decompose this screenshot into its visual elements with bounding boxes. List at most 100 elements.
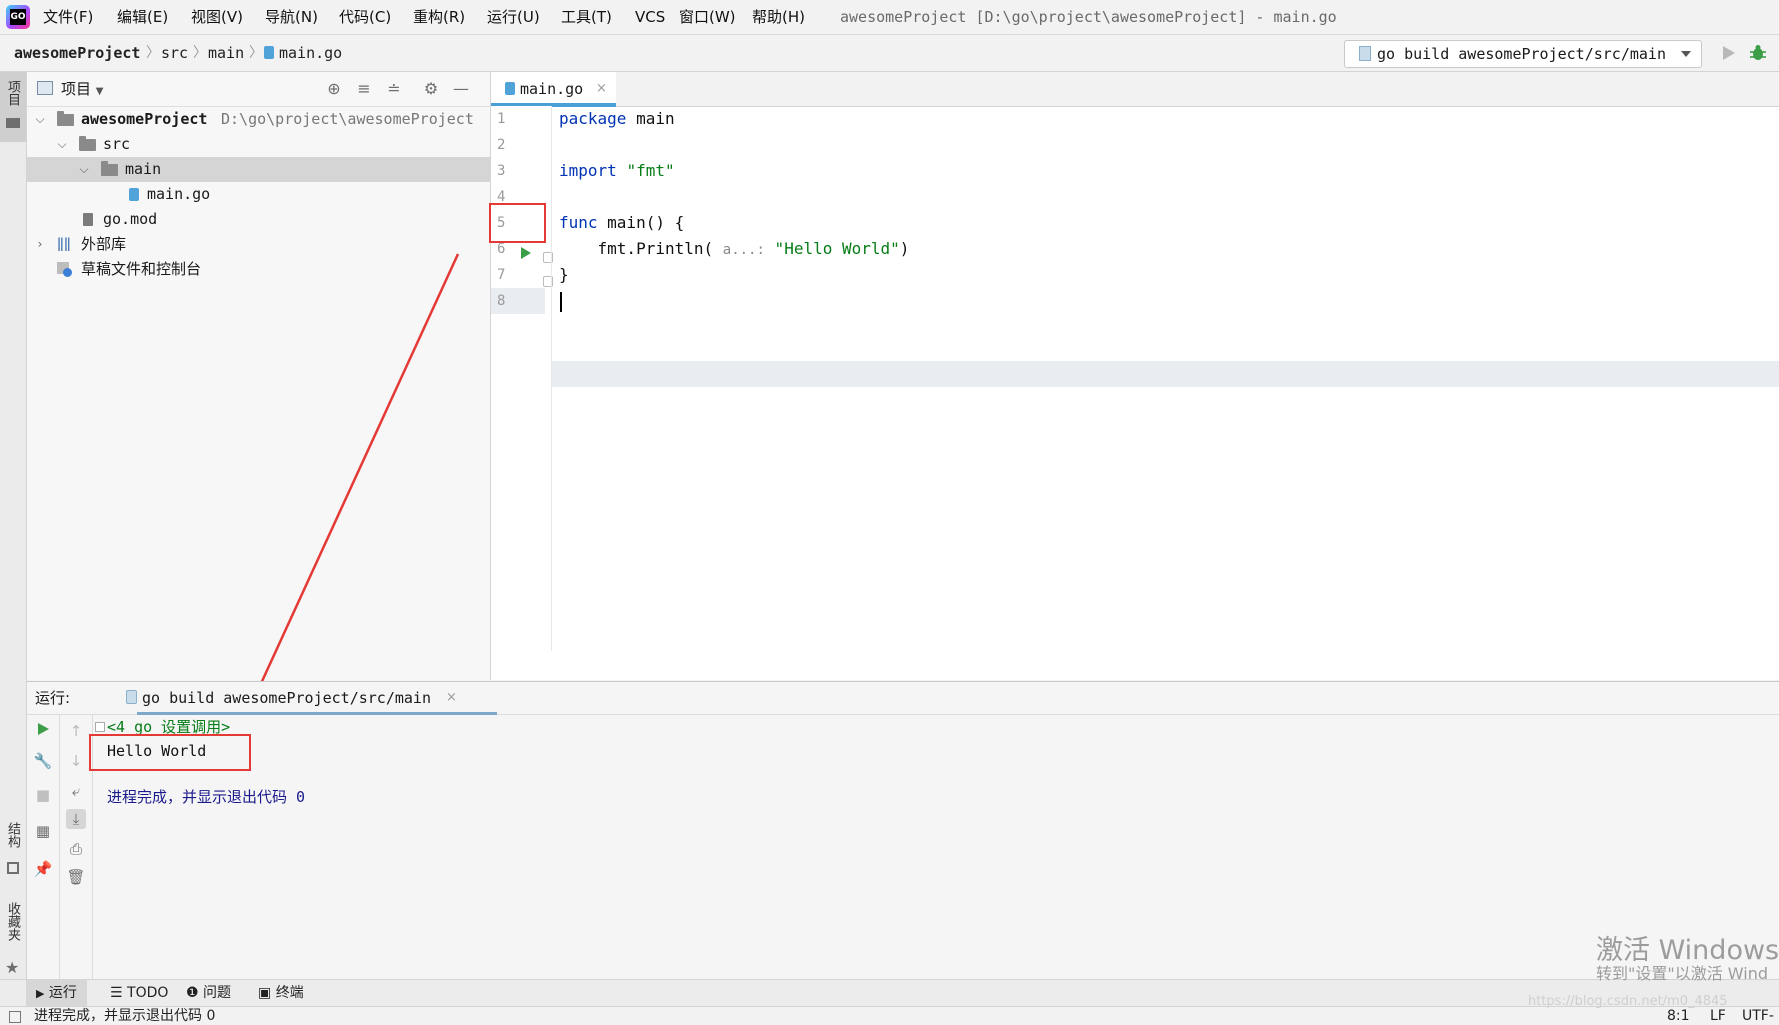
code-line-3[interactable]: import "fmt" [559,158,675,184]
menu-window[interactable]: 窗口(W) [679,0,736,34]
go-file-icon [264,46,274,59]
print-icon[interactable]: ⎙ [66,839,86,859]
blog-url-watermark: https://blog.csdn.net/m0_4845 [1528,994,1728,1009]
arrow-up-icon[interactable]: ↑ [66,721,86,741]
arrow-down-icon[interactable]: ↓ [66,751,86,771]
rerun-icon[interactable] [33,721,53,741]
console-output[interactable]: <4 go 设置调用> Hello World 进程完成，并显示退出代码 0 [89,715,1779,979]
menu-help[interactable]: 帮助(H) [752,0,805,34]
menu-tools[interactable]: 工具(T) [561,0,612,34]
breadcrumb-separator-icon: 〉 [249,45,263,61]
run-icon: ▶ [36,987,45,1000]
run-panel: 运行: go build awesomeProject/src/main × 🔧… [27,681,1779,979]
console-line-exit: 进程完成，并显示退出代码 0 [107,788,306,806]
tree-item-label: main [125,160,162,178]
menu-edit[interactable]: 编辑(E) [117,0,168,34]
tree-item-awesomeproject[interactable]: ⌵ awesomeProject D:\go\project\awesomePr… [27,107,490,132]
gutter-divider [551,106,552,651]
collapse-all-icon[interactable]: ≐ [385,80,403,98]
wrench-icon[interactable]: 🔧 [33,751,53,771]
tool-tab-terminal-label: 终端 [275,985,304,1001]
close-icon[interactable]: × [596,72,607,106]
code-text: main() { [597,213,685,232]
run-gutter-icon[interactable] [521,247,531,259]
bottom-tool-tabs: ▶ 运行 ☰ TODO ❶ 问题 ▣ 终端 [0,979,1779,1006]
tool-tab-problems[interactable]: ❶ 问题 [186,980,231,1006]
tree-item-path: D:\go\project\awesomeProject [221,110,474,128]
tree-item-main[interactable]: ⌵ main [27,157,490,182]
code-line-5[interactable]: func main() { [559,210,684,236]
fold-icon[interactable] [95,722,105,732]
breadcrumb-project[interactable]: awesomeProject [14,35,140,71]
run-button[interactable] [1718,43,1738,63]
tool-tab-todo[interactable]: ☰ TODO [110,980,168,1006]
editor-tab-bar: main.go × [491,72,1779,107]
mod-file-icon [83,213,93,226]
soft-wrap-icon[interactable]: ⤶ [66,781,86,801]
activate-windows-hint: 转到"设置"以激活 Wind [1596,964,1769,983]
pin-icon[interactable]: 📌 [33,859,53,879]
line-gutter: 1 2 3 4 5 6 7 8 [491,106,553,651]
run-tab[interactable]: go build awesomeProject/src/main × [82,682,497,715]
tree-item-src[interactable]: ⌵ src [27,132,490,157]
expand-all-icon[interactable]: ≡ [355,80,373,98]
breadcrumb-src[interactable]: src [161,35,188,71]
code-line-7[interactable]: } [559,262,569,288]
tree-item-external-libraries[interactable]: › ǁǁ 外部库 [27,232,490,257]
window-title: awesomeProject [D:\go\project\awesomePro… [840,8,1337,26]
layout-icon[interactable]: ▦ [33,821,53,841]
tool-tab-run-label: 运行 [48,985,77,1001]
menu-run[interactable]: 运行(U) [487,0,540,34]
folder-icon [101,161,118,176]
hide-panel-icon[interactable]: — [452,80,470,98]
menu-navigate[interactable]: 导航(N) [265,0,318,34]
breadcrumb-separator-icon: 〉 [146,45,160,61]
gear-icon[interactable]: ⚙ [422,80,440,98]
menu-refactor[interactable]: 重构(R) [413,0,465,34]
structure-tool-tab-label: 结构 [5,822,20,848]
menu-file[interactable]: 文件(F) [43,0,93,34]
close-icon[interactable]: × [446,682,457,714]
breadcrumb-main[interactable]: main [208,35,244,71]
code-keyword: func [559,213,598,232]
goland-logo-text: GO [10,9,26,25]
stop-icon[interactable]: ■ [33,785,53,805]
toggle-tool-windows-icon[interactable] [9,1011,21,1023]
breadcrumb-file[interactable]: main.go [264,35,342,71]
tab-label: main.go [520,80,584,98]
menu-view[interactable]: 视图(V) [191,0,243,34]
menu-code[interactable]: 代码(C) [339,0,391,34]
status-bar: 进程完成，并显示退出代码 0 8:1 LF UTF- [0,1006,1779,1025]
project-tool-tab[interactable]: 项目 [0,72,26,142]
code-line-1[interactable]: package main [559,106,675,132]
caret-position[interactable]: 8:1 [1667,1007,1690,1025]
menu-vcs[interactable]: VCS [635,0,665,34]
line-separator[interactable]: LF [1710,1007,1726,1025]
chevron-right-icon: › [37,237,43,251]
scroll-to-end-icon[interactable]: ⤓ [66,809,86,829]
run-configuration-select[interactable]: go build awesomeProject/src/main [1344,40,1702,68]
tool-tab-run[interactable]: ▶ 运行 [26,980,87,1006]
folder-icon [6,118,20,128]
tree-item-go-mod[interactable]: go.mod [27,207,490,232]
breadcrumb-file-label: main.go [279,44,343,62]
locate-file-icon[interactable]: ⊕ [325,80,343,98]
tree-item-label: go.mod [103,210,158,228]
run-toolbar-primary: 🔧 ■ ▦ 📌 [27,715,60,979]
project-panel-title[interactable]: 项目 ▼ [61,72,104,109]
tree-item-label: awesomeProject [81,110,208,128]
tool-tab-terminal[interactable]: ▣ 终端 [258,980,304,1006]
structure-tool-tab[interactable]: 结构 [0,822,26,902]
navigation-bar: awesomeProject 〉 src 〉 main 〉 main.go go… [0,35,1779,72]
chevron-down-icon: ⌵ [35,112,45,126]
trash-icon[interactable]: 🗑 [66,867,86,887]
tab-main-go[interactable]: main.go × [491,72,616,107]
code-line-6[interactable]: fmt.Println( a...: "Hello World") [559,236,910,262]
tree-item-scratches[interactable]: 草稿文件和控制台 [27,257,490,282]
menu-bar: GO 文件(F) 编辑(E) 视图(V) 导航(N) 代码(C) 重构(R) 运… [0,0,1779,35]
debug-bug-icon[interactable] [1748,43,1768,63]
file-encoding[interactable]: UTF- [1742,1007,1774,1025]
tree-item-main-go[interactable]: main.go [27,182,490,207]
favorites-tool-tab[interactable]: 收藏夹 ★ [0,902,26,987]
editor-area: main.go × 1 2 3 4 5 6 7 8 package main i… [489,72,1779,680]
